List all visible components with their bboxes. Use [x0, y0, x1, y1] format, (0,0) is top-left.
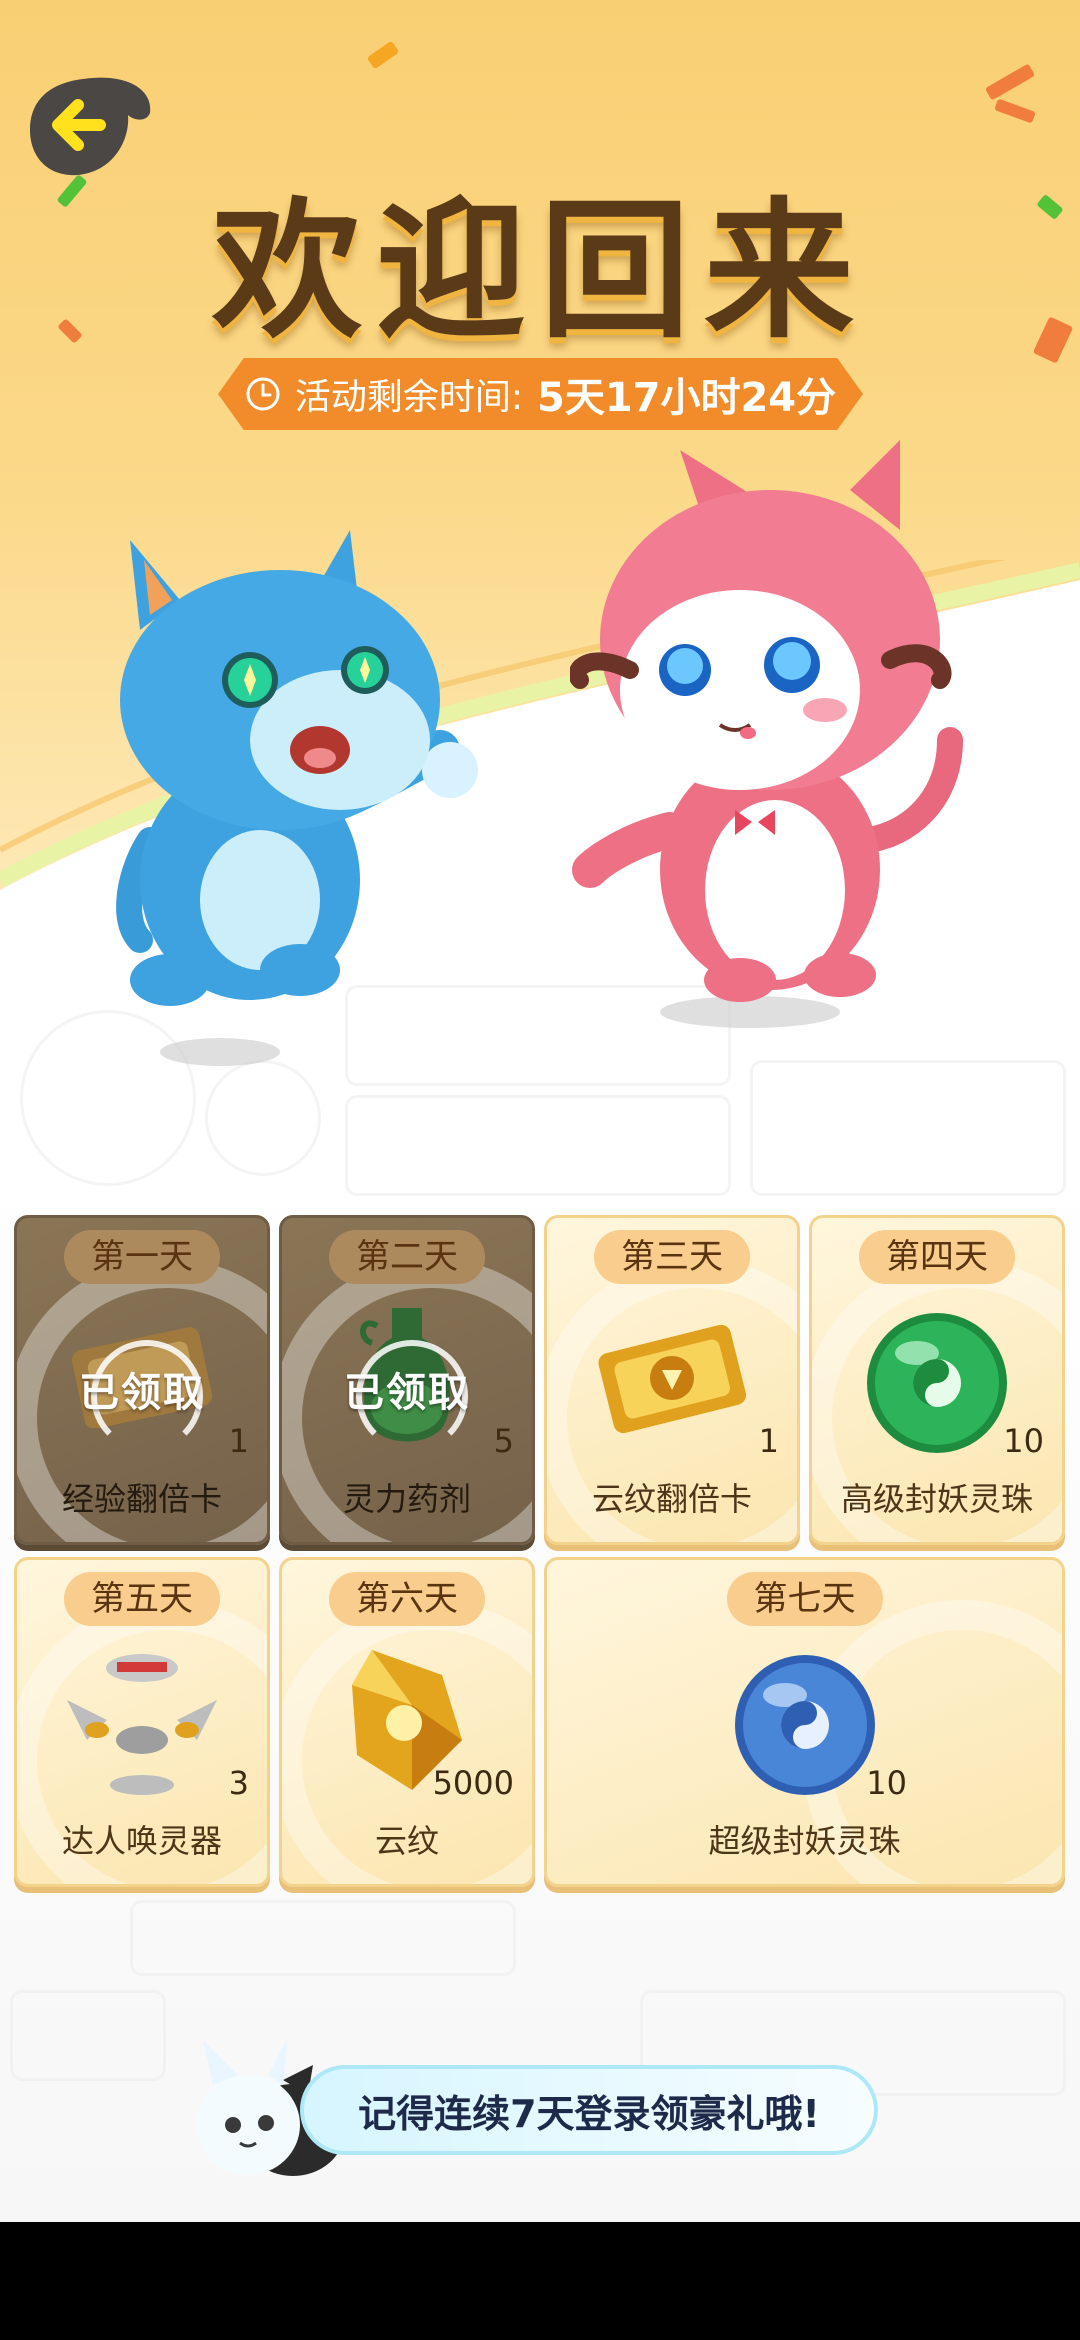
watermark-shape	[750, 1060, 1066, 1196]
item-count: 1	[228, 1422, 249, 1460]
timer-label: 活动剩余时间:	[294, 377, 523, 418]
day-label: 第三天	[594, 1230, 750, 1284]
claimed-stamp: 已领取	[332, 1340, 482, 1452]
item-name: 高级封妖灵珠	[840, 1480, 1033, 1518]
system-navigation-bar	[0, 2222, 1080, 2340]
reward-card-day-7[interactable]: 第七天 10 超级封妖灵珠	[544, 1557, 1065, 1887]
item-name: 经验翻倍卡	[61, 1480, 222, 1518]
reward-grid: 第一天 已领取 1 经验翻倍卡 第二天 已领取 5 灵力药剂 第三天 1 云纹翻…	[14, 1215, 1066, 1887]
reward-card-day-1[interactable]: 第一天 已领取 1 经验翻倍卡	[14, 1215, 270, 1545]
day-label: 第一天	[64, 1230, 220, 1284]
item-name: 超级封妖灵珠	[708, 1822, 901, 1860]
claimed-label: 已领取	[79, 1370, 205, 1416]
item-count: 3	[228, 1764, 249, 1802]
reminder-text: 记得连续7天登录领豪礼哦!	[358, 2091, 820, 2136]
day-label: 第五天	[64, 1572, 220, 1626]
summoner-device-icon	[67, 1654, 217, 1795]
day-label: 第四天	[859, 1230, 1015, 1284]
login-reminder-banner: 记得连续7天登录领豪礼哦!	[300, 2065, 878, 2155]
watermark-shape	[10, 1990, 166, 2081]
item-count: 1	[758, 1422, 779, 1460]
green-orb-icon	[867, 1313, 1007, 1453]
reward-card-day-2[interactable]: 第二天 已领取 5 灵力药剂	[279, 1215, 535, 1545]
pink-cat-character	[570, 440, 963, 1028]
item-count: 5000	[432, 1764, 514, 1802]
item-count: 10	[1003, 1422, 1044, 1460]
reward-card-day-4[interactable]: 第四天 10 高级封妖灵珠	[809, 1215, 1065, 1545]
activity-timer: 活动剩余时间: 5天17小时24分	[218, 358, 863, 430]
gold-ticket-icon	[598, 1324, 747, 1434]
claimed-stamp: 已领取	[67, 1340, 217, 1452]
day-label: 第七天	[726, 1572, 883, 1626]
reward-card-day-3[interactable]: 第三天 1 云纹翻倍卡	[544, 1215, 800, 1545]
item-count: 5	[493, 1422, 514, 1460]
timer-value: 5天17小时24分	[536, 375, 837, 421]
page-title: 欢迎回来	[211, 183, 868, 359]
claimed-label: 已领取	[344, 1370, 470, 1416]
day-label: 第六天	[329, 1572, 485, 1626]
blue-cat-character	[116, 530, 478, 1066]
reward-card-day-6[interactable]: 第六天 5000 云纹	[279, 1557, 535, 1887]
reward-card-day-5[interactable]: 第五天 3 达人唤灵器	[14, 1557, 270, 1887]
item-name: 灵力药剂	[342, 1480, 471, 1518]
item-name: 达人唤灵器	[61, 1822, 222, 1860]
item-name: 云纹	[374, 1822, 439, 1860]
day-label: 第二天	[329, 1230, 485, 1284]
watermark-shape	[345, 1095, 731, 1196]
watermark-shape	[130, 1900, 516, 1976]
blue-orb-icon	[734, 1655, 875, 1795]
item-name: 云纹翻倍卡	[591, 1480, 752, 1518]
clock-icon	[246, 377, 280, 411]
item-count: 10	[866, 1764, 907, 1802]
